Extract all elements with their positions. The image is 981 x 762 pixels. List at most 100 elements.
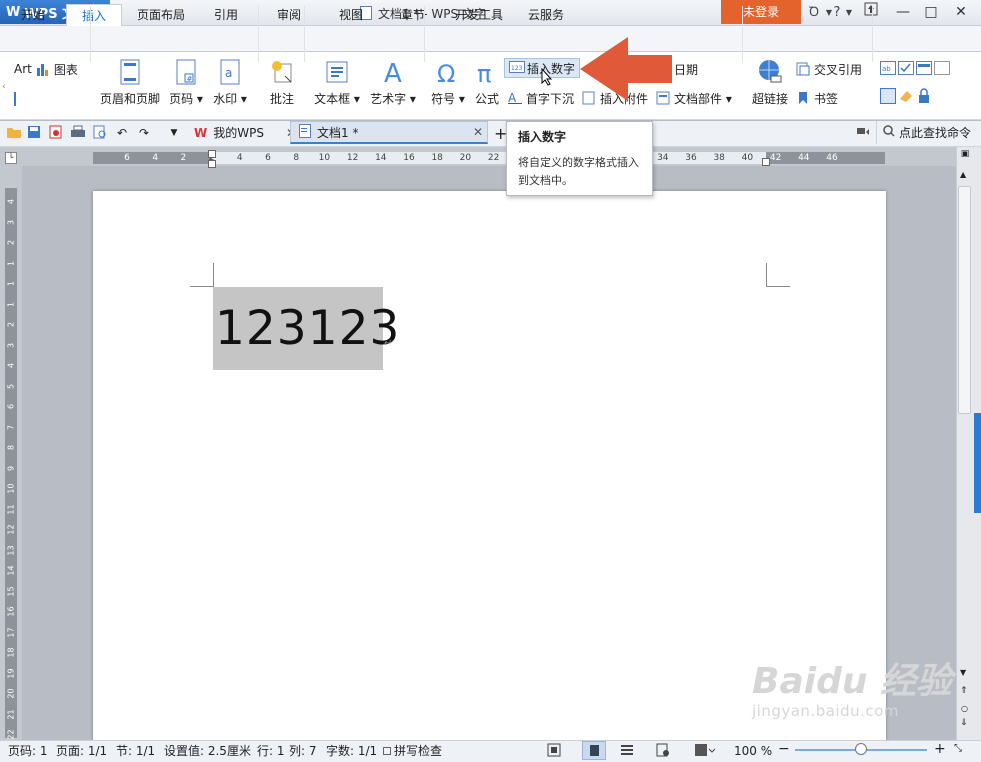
form-tools-group xyxy=(880,88,930,104)
vertical-ruler-number: 8 xyxy=(6,444,16,451)
skin-icon[interactable]: Ꝺ xyxy=(804,3,824,23)
textbox-button[interactable]: 文本框 ▾ xyxy=(310,58,364,107)
tab-cloud[interactable]: 云服务 xyxy=(520,4,572,26)
drop-cap-icon: A xyxy=(508,91,522,105)
left-indent-marker[interactable] xyxy=(208,160,216,168)
redo-icon[interactable]: ↷ xyxy=(136,125,152,141)
drop-cap-button[interactable]: A 首字下沉 xyxy=(508,88,574,108)
undo-icon[interactable]: ↶ xyxy=(114,125,130,141)
page-view-button[interactable] xyxy=(582,741,606,760)
chart-label: 图表 xyxy=(53,62,78,77)
tab-chapter[interactable]: 章节 xyxy=(392,4,434,26)
upload-icon[interactable] xyxy=(857,2,885,22)
vertical-ruler-number: 10 xyxy=(6,483,16,494)
drop-cap-label: 首字下沉 xyxy=(526,91,575,106)
tab-view[interactable]: 视图 xyxy=(330,4,372,26)
formula-label: 公式 xyxy=(474,92,499,106)
lock-icon[interactable] xyxy=(916,88,930,103)
status-setting[interactable]: 设置值: 2.5厘米 xyxy=(164,743,251,759)
select-browse-object-icon[interactable]: ○ xyxy=(961,704,968,713)
tab-insert[interactable]: 插入 xyxy=(66,4,122,26)
tab-document1[interactable]: 文档1 * ✕ xyxy=(290,121,488,144)
textfield-control-icon[interactable]: ab xyxy=(880,61,896,75)
close-icon[interactable]: ✕ xyxy=(473,125,483,139)
bookmark-button[interactable]: 书签 xyxy=(796,88,838,108)
dropdown-control-icon[interactable] xyxy=(916,61,932,75)
help-button[interactable]: ? xyxy=(830,3,844,23)
svg-text:a: a xyxy=(225,66,232,80)
tab-my-wps-label: 我的WPS xyxy=(213,126,264,140)
header-footer-label: 页眉和页脚 xyxy=(99,92,160,106)
wordart-art-button[interactable]: Art 图表 xyxy=(14,59,78,79)
svg-text:A: A xyxy=(508,91,517,105)
print-icon[interactable] xyxy=(70,125,86,141)
margin-corner-top-left xyxy=(190,263,214,287)
split-view-icon[interactable]: ▣ xyxy=(959,149,971,161)
eraser-icon[interactable] xyxy=(898,88,912,102)
scrollbar-thumb[interactable] xyxy=(958,186,971,414)
side-panel-toggle[interactable] xyxy=(974,413,981,513)
export-pdf-icon[interactable] xyxy=(48,125,64,141)
watermark-button[interactable]: a 水印 ▾ xyxy=(210,58,250,107)
zoom-out-button[interactable]: − xyxy=(778,741,790,757)
wordart-button[interactable]: A 艺术字 ▾ xyxy=(366,58,420,107)
hyperlink-button[interactable]: 超链接 xyxy=(748,58,792,107)
status-word-count[interactable]: 字数: 1/1 xyxy=(326,743,377,759)
fit-window-icon[interactable]: ⤡ xyxy=(954,743,962,754)
formula-button[interactable]: π 公式 xyxy=(472,58,502,107)
design-mode-icon[interactable] xyxy=(880,88,896,104)
zoom-level[interactable]: 100 % xyxy=(734,743,772,759)
login-button[interactable]: 未登录 xyxy=(721,0,801,24)
symbol-button[interactable]: Ω 符号 ▾ xyxy=(428,58,468,107)
vertical-ruler-number: 13 xyxy=(6,544,16,556)
fullscreen-icon[interactable] xyxy=(547,743,563,759)
minimize-button[interactable]: — xyxy=(889,2,917,22)
checkbox-control-icon[interactable] xyxy=(898,61,914,75)
svg-text:ab: ab xyxy=(882,65,891,73)
scroll-up-arrow[interactable]: ▲ xyxy=(960,170,966,179)
pin-icon[interactable] xyxy=(856,126,870,141)
tab-references[interactable]: 引用 xyxy=(205,4,247,26)
header-footer-button[interactable]: 页眉和页脚 xyxy=(97,58,163,107)
customize-toolbar-icon[interactable]: ▼ xyxy=(166,125,182,141)
selected-text[interactable]: 123123 xyxy=(213,287,399,370)
scroll-down-arrow[interactable]: ▼ xyxy=(960,668,966,677)
first-line-indent-marker[interactable] xyxy=(208,150,216,158)
paragraph-mark: ↵ xyxy=(384,338,393,349)
tab-stop-selector[interactable]: └ xyxy=(5,152,17,164)
save-icon[interactable] xyxy=(26,125,42,141)
tab-page-layout[interactable]: 页面布局 xyxy=(130,4,192,26)
status-row: 行: 1 xyxy=(257,744,285,758)
cross-reference-button[interactable]: 交叉引用 xyxy=(796,59,862,79)
eye-protection-icon[interactable] xyxy=(694,743,716,760)
vertical-ruler-number: 22 xyxy=(6,729,16,740)
ruler-number: 16 xyxy=(403,153,415,163)
tab-my-wps[interactable]: W 我的WPS ✕ xyxy=(186,121,304,144)
close-button[interactable]: ✕ xyxy=(947,2,975,22)
maximize-button[interactable]: □ xyxy=(917,2,945,22)
open-folder-icon[interactable] xyxy=(6,125,22,141)
prev-page-icon[interactable]: ⇑ xyxy=(960,686,968,696)
page-number-icon: # xyxy=(173,58,199,86)
next-page-icon[interactable]: ⇓ xyxy=(960,718,968,728)
print-preview-icon[interactable] xyxy=(92,125,108,141)
page-number-button[interactable]: # 页码 ▾ xyxy=(166,58,206,107)
outline-view-icon[interactable] xyxy=(620,743,634,760)
image-control-icon[interactable] xyxy=(934,61,950,75)
spellcheck-toggle[interactable]: 拼写检查 xyxy=(383,743,442,759)
tab-home[interactable]: 开始 xyxy=(10,4,56,26)
command-search[interactable]: 点此查找命令 xyxy=(876,121,971,144)
chevron-left-icon[interactable]: ‹ xyxy=(2,82,6,92)
zoom-in-button[interactable]: + xyxy=(934,741,946,757)
textbox-icon xyxy=(324,58,350,86)
web-view-icon[interactable] xyxy=(656,743,670,760)
tab-developer[interactable]: 开发工具 xyxy=(448,4,510,26)
comment-button[interactable]: 批注 xyxy=(264,58,300,107)
zoom-slider-thumb[interactable] xyxy=(855,743,867,755)
right-indent-marker[interactable] xyxy=(762,158,770,166)
vertical-ruler-number: 17 xyxy=(6,626,16,638)
omega-icon: Ω xyxy=(435,58,461,88)
chevron-down-icon[interactable]: ▼ xyxy=(844,3,854,23)
margin-corner-top-right xyxy=(766,263,790,287)
ruler-number: 34 xyxy=(657,153,669,163)
